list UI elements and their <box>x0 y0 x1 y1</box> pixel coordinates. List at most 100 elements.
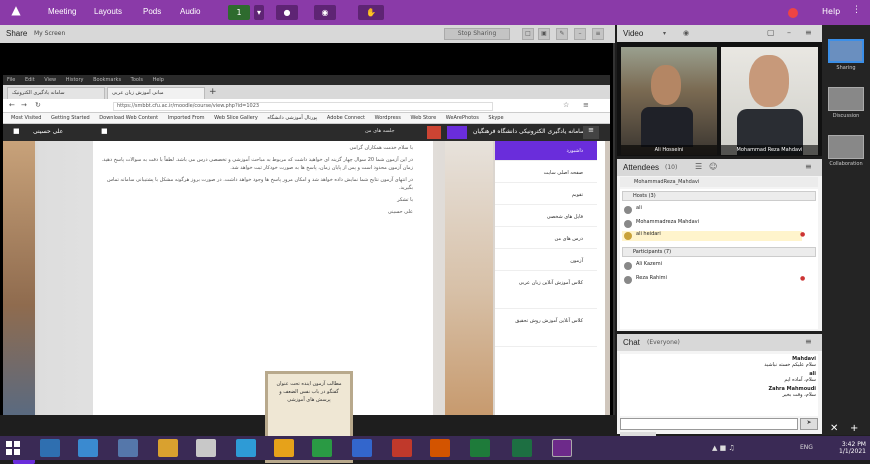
collapse-layouts-icon[interactable]: ✕ <box>830 423 838 434</box>
taskbar-app-icon[interactable] <box>392 439 412 457</box>
taskbar-app-icon[interactable] <box>236 439 256 457</box>
menu-pods[interactable]: Pods <box>143 7 161 16</box>
taskbar-app-icon[interactable] <box>158 439 178 457</box>
new-tab-icon[interactable]: + <box>209 87 217 97</box>
bookmark-item[interactable]: Most Visited <box>11 115 41 121</box>
taskbar-app-icon[interactable] <box>78 439 98 457</box>
chevron-down-icon[interactable]: ▾ <box>254 5 264 20</box>
bookmark-star-icon[interactable]: ☆ <box>563 101 569 109</box>
back-icon[interactable]: ← <box>9 101 15 109</box>
browser-menu-bookmarks[interactable]: Bookmarks <box>93 77 121 83</box>
hosts-group-header[interactable]: Hosts (3) <box>622 191 816 201</box>
taskbar-app-icon[interactable] <box>40 439 60 457</box>
help-menu[interactable]: Help <box>822 7 840 16</box>
taskbar-app-icon[interactable] <box>512 439 532 457</box>
bookmark-item[interactable]: پورتال آموزشی دانشگاه <box>267 115 317 121</box>
attendee-name[interactable]: ali heidari <box>636 231 661 237</box>
taskbar-app-icon[interactable] <box>430 439 450 457</box>
fullscreen-icon[interactable]: ▣ <box>538 28 550 40</box>
draw-icon[interactable]: ✎ <box>556 28 568 40</box>
nav-item-course[interactable]: کلاس آنلاین آموزش روش تحقیق <box>495 311 597 347</box>
attendee-name[interactable]: Ali Kazemi <box>636 261 662 267</box>
menu-meeting[interactable]: Meeting <box>48 7 76 16</box>
moodle-red-button[interactable] <box>427 126 441 139</box>
menu-audio[interactable]: Audio <box>180 7 200 16</box>
layout-sharing[interactable]: Sharing <box>828 39 864 71</box>
grip-icon[interactable]: ⋮ <box>852 5 864 20</box>
nav-item-dashboard[interactable]: داشبورد <box>495 141 597 161</box>
taskbar-app-icon[interactable] <box>274 439 294 457</box>
my-status-row[interactable]: MohammadReza_Mahdavi <box>620 177 818 187</box>
raise-hand-button[interactable]: ✋ <box>358 5 384 20</box>
layout-collaboration[interactable]: Collaboration <box>828 135 864 167</box>
bookmark-item[interactable]: Skype <box>488 115 503 121</box>
microphone-button[interactable]: ● <box>276 5 298 20</box>
bookmark-item[interactable]: Imported From <box>168 115 205 121</box>
browser-menu-edit[interactable]: Edit <box>25 77 35 83</box>
moodle-room-link[interactable]: جلسه های من <box>365 128 395 134</box>
participants-group-header[interactable]: Participants (7) <box>622 247 816 257</box>
bookmark-item[interactable]: Getting Started <box>51 115 90 121</box>
browser-menu-file[interactable]: File <box>7 77 15 83</box>
taskbar-app-icon[interactable] <box>312 439 332 457</box>
fit-icon[interactable]: □ <box>522 28 534 40</box>
nav-item-quiz[interactable]: آزمون <box>495 251 597 271</box>
nav-item-my-courses[interactable]: درس های من <box>495 229 597 249</box>
notification-icon[interactable]: ■ <box>101 127 108 135</box>
nav-item-files[interactable]: فایل های شخصی <box>495 207 597 227</box>
fullscreen-icon[interactable]: ▢ <box>767 28 775 37</box>
chat-input[interactable] <box>620 418 798 430</box>
layout-discussion[interactable]: Discussion <box>828 87 864 119</box>
system-tray-icons[interactable]: ▲ ■ ♫ <box>712 444 735 452</box>
bookmark-item[interactable]: Web Slice Gallery <box>214 115 258 121</box>
attendee-name[interactable]: Reza Rahimi <box>636 275 667 281</box>
user-avatar[interactable]: ■ <box>13 127 20 135</box>
moodle-user-name[interactable]: علی حسینی <box>33 128 63 135</box>
pod-menu-icon[interactable]: ≡ <box>805 28 812 37</box>
stop-sharing-button[interactable]: Stop Sharing <box>444 28 510 40</box>
list-view-icon[interactable]: ☰ <box>695 162 702 171</box>
webcam-tile[interactable]: Mohammad Reza Mahdavi <box>721 47 818 155</box>
pod-menu-icon[interactable]: ≡ <box>805 337 812 346</box>
language-indicator[interactable]: ENG <box>800 444 813 451</box>
browser-tab[interactable]: سامانه یادگیری الکترونیک <box>7 87 105 99</box>
bookmark-item[interactable]: Adobe Connect <box>327 115 365 121</box>
forward-icon[interactable]: → <box>21 101 27 109</box>
taskbar-app-icon[interactable] <box>352 439 372 457</box>
browser-menu-help[interactable]: Help <box>153 77 164 83</box>
attendee-name[interactable]: ali <box>636 205 642 211</box>
browser-menu-tools[interactable]: Tools <box>131 77 143 83</box>
nav-item-course[interactable]: کلاس آموزش آنلاین زبان عربی <box>495 273 597 309</box>
bookmark-item[interactable]: Download Web Content <box>99 115 158 121</box>
bookmark-item[interactable]: WeArePhotos <box>446 115 479 121</box>
taskbar-app-icon[interactable] <box>552 439 572 457</box>
pod-menu-icon[interactable]: ≡ <box>805 162 812 171</box>
webcam-toggle-icon[interactable]: ◉ <box>683 29 689 37</box>
menu-layouts[interactable]: Layouts <box>94 7 122 16</box>
taskbar-app-icon[interactable] <box>118 439 138 457</box>
pod-menu-icon[interactable]: ≡ <box>592 28 604 40</box>
add-layout-icon[interactable]: + <box>850 423 858 434</box>
video-dropdown-icon[interactable]: ▾ <box>663 30 666 37</box>
hamburger-icon[interactable]: ≡ <box>583 126 599 139</box>
moodle-site-name[interactable]: سامانه یادگیری الکترونیکی دانشگاه فرهنگی… <box>473 128 585 135</box>
reload-icon[interactable]: ↻ <box>35 101 41 109</box>
taskbar-clock[interactable]: 3:42 PM 1/1/2021 <box>826 441 866 455</box>
taskbar-app-icon[interactable] <box>196 439 216 457</box>
send-message-button[interactable]: ➤ <box>800 418 818 430</box>
browser-menu-icon[interactable]: ≡ <box>583 101 589 109</box>
moodle-purple-button[interactable] <box>447 126 467 139</box>
record-indicator-icon[interactable] <box>788 8 798 18</box>
windows-start-icon[interactable] <box>6 441 20 455</box>
attendee-name[interactable]: Mohammadreza Mahdavi <box>636 219 699 225</box>
minimize-icon[interactable]: – <box>574 28 586 40</box>
taskbar-app-icon[interactable] <box>470 439 490 457</box>
camera-button[interactable]: ◉ <box>314 5 336 20</box>
bookmark-item[interactable]: Web Store <box>410 115 436 121</box>
url-bar[interactable]: https://smbbt.cfu.ac.ir/moodle/course/vi… <box>113 102 493 111</box>
nav-item-calendar[interactable]: تقویم <box>495 185 597 205</box>
webcam-tile[interactable]: Ali Hosseini <box>621 47 717 155</box>
browser-menu-view[interactable]: View <box>44 77 56 83</box>
bookmark-item[interactable]: Wordpress <box>375 115 401 121</box>
browser-tab-active[interactable]: مبانی آموزش زبان عربی <box>107 87 205 99</box>
